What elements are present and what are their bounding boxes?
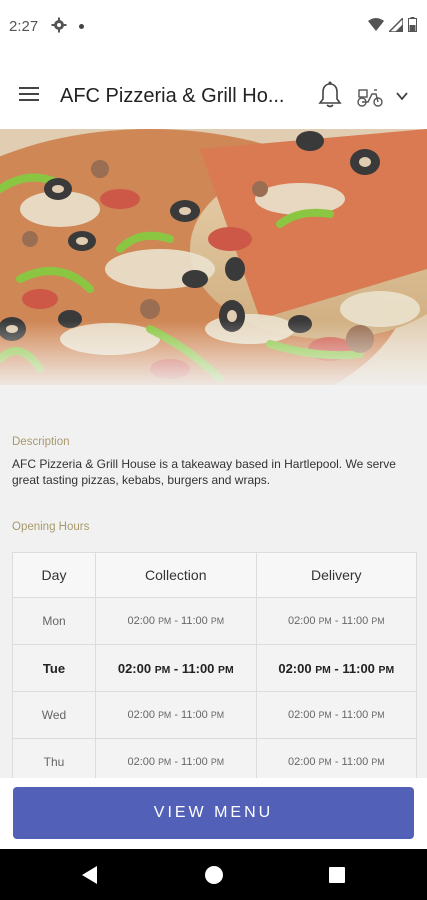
back-icon[interactable] <box>82 866 98 884</box>
app-bar: AFC Pizzeria & Grill Ho... <box>0 56 427 130</box>
recent-apps-icon[interactable] <box>329 867 345 883</box>
day-cell: Tue <box>12 644 96 692</box>
day-cell: Wed <box>12 691 96 739</box>
status-time: 2:27 <box>9 18 39 35</box>
collection-hours-cell: 02:00 PM - 11:00 PM <box>95 691 257 739</box>
chevron-down-icon[interactable] <box>395 89 409 103</box>
wifi-icon <box>368 17 384 31</box>
delivery-hours-cell: 02:00 PM - 11:00 PM <box>255 597 417 645</box>
description-text: AFC Pizzeria & Grill House is a takeaway… <box>12 457 396 487</box>
home-icon[interactable] <box>205 866 223 884</box>
delivery-hours-cell: 02:00 PM - 11:00 PM <box>255 644 417 692</box>
hamburger-menu-icon[interactable] <box>19 86 39 102</box>
column-header-day: Day <box>12 552 96 598</box>
table-header-row: Day Collection Delivery <box>12 552 417 598</box>
delivery-hours-cell: 02:00 PM - 11:00 PM <box>255 691 417 739</box>
collection-hours-cell: 02:00 PM - 11:00 PM <box>95 644 257 692</box>
settings-gear-icon <box>51 17 67 33</box>
collection-hours-cell: 02:00 PM - 11:00 PM <box>95 597 257 645</box>
description-label: Description <box>12 436 70 448</box>
view-menu-button[interactable]: VIEW MENU <box>13 787 414 839</box>
bell-icon[interactable] <box>318 81 342 109</box>
status-bar: 2:27 <box>0 0 427 56</box>
battery-icon <box>408 17 417 32</box>
column-header-collection: Collection <box>95 552 257 598</box>
signal-icon <box>389 17 403 32</box>
page-title: AFC Pizzeria & Grill Ho... <box>60 85 285 107</box>
table-row-today: Tue 02:00 PM - 11:00 PM 02:00 PM - 11:00… <box>12 644 417 692</box>
opening-hours-table: Day Collection Delivery Mon 02:00 PM - 1… <box>12 552 417 786</box>
column-header-delivery: Delivery <box>255 552 417 598</box>
hero-pizza-image <box>0 129 427 385</box>
opening-hours-label: Opening Hours <box>12 521 90 533</box>
table-row: Mon 02:00 PM - 11:00 PM 02:00 PM - 11:00… <box>12 597 417 645</box>
table-row: Wed 02:00 PM - 11:00 PM 02:00 PM - 11:00… <box>12 691 417 739</box>
day-cell: Mon <box>12 597 96 645</box>
status-indicators <box>368 17 417 32</box>
notification-dot-icon <box>79 24 84 29</box>
delivery-scooter-icon[interactable] <box>356 86 384 108</box>
